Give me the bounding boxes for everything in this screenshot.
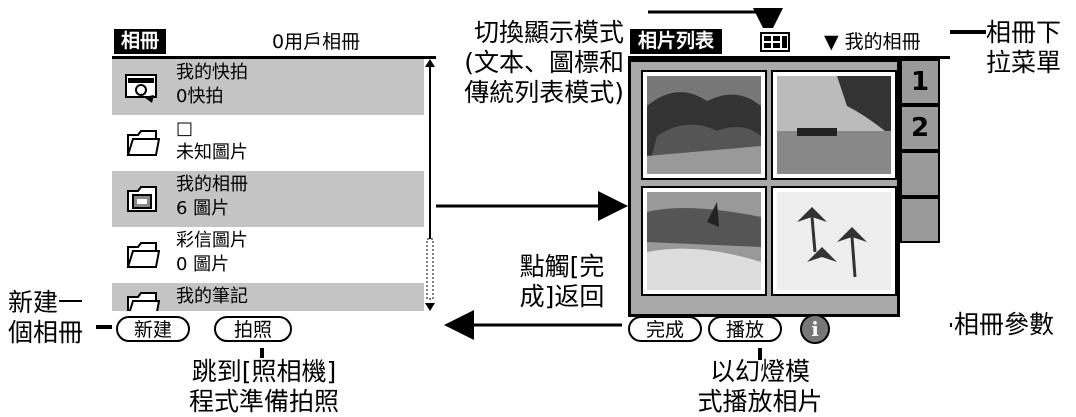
photo-folder-icon [127,186,157,212]
capture-button[interactable]: 拍照 [214,316,292,342]
callout-new-album: 新建一 個相冊 [8,288,83,348]
album-name: □ [176,118,194,139]
album-dropdown-label: 我的相冊 [844,31,921,53]
callout-line: 拉菜單 [986,48,1062,77]
callout-line: 新建一 [8,288,84,317]
scroll-down-arrow-icon [425,303,435,311]
info-icon[interactable]: i [800,314,830,344]
album-count: 0 圖片 [176,254,230,275]
photo-thumbnail[interactable] [641,70,767,180]
page-tab-3[interactable] [900,151,940,197]
callout-switch-mode: 切換顯示模式 (文本、圖標和 傳統列表模式) [444,18,624,108]
callout-line: 切換顯示模式 [473,18,624,47]
albums-header: 相冊 0用戶相冊 [112,28,436,59]
callout-done: 點觸[完 成]返回 [504,252,620,312]
photo-image [777,76,891,174]
callout-line: 跳到[照相機] [191,357,337,386]
album-count: 6 圖片 [176,198,230,219]
photo-image [647,76,761,174]
photo-thumbnail[interactable] [771,70,897,180]
album-count: 0快拍 [176,86,224,107]
photo-thumbnail[interactable] [771,186,897,296]
photo-list-title: 相片列表 [630,29,723,54]
thumbnail-grid [628,59,900,317]
grid-view-icon[interactable] [760,32,790,52]
album-name: 我的筆記 [176,286,248,307]
album-list-scrollbar[interactable] [424,59,436,311]
callout-slideshow: 以幻燈模 式播放相片 [660,357,860,417]
album-count: 未知圖片 [176,142,248,163]
album-item-notes[interactable]: 我的筆記 [112,283,424,311]
callout-params: 相冊參數 [954,310,1055,339]
album-item-my-album[interactable]: 我的相冊 6 圖片 [112,171,424,227]
play-button[interactable]: 播放 [708,316,782,342]
photo-list-header: 相片列表 ▼ 我的相冊 [628,28,950,59]
folder-icon [126,130,160,156]
scroll-up-arrow-icon [425,59,435,67]
callout-line: 相冊下 [986,18,1062,47]
page-tab-2[interactable]: 2 [900,105,940,151]
album-item-mms[interactable]: 彩信圖片 0 圖片 [112,227,424,283]
callout-line: (文本、圖標和 [464,48,624,77]
album-list: 我的快拍 0快拍 □ 未知圖片 我的相冊 6 圖片 彩信圖片 0 圖片 我的筆記 [112,59,424,311]
chevron-down-icon: ▼ [824,31,845,53]
callout-line: 個相冊 [8,318,84,347]
app-title: 相冊 [114,29,167,54]
album-name: 我的相冊 [176,174,248,195]
folder-icon [127,292,160,311]
callout-dropdown: 相冊下 拉菜單 [986,18,1068,78]
album-item-unknown[interactable]: □ 未知圖片 [112,115,424,171]
page-tab-4[interactable] [900,197,940,243]
album-name: 我的快拍 [176,62,248,83]
callout-line: 以幻燈模 [709,357,810,386]
callout-capture: 跳到[照相機] 程式準備拍照 [176,357,352,417]
page-tab-1[interactable]: 1 [900,59,940,105]
callout-line: 傳統列表模式) [464,78,624,107]
folder-icon [126,242,160,268]
callout-line: 點觸[完 [519,252,605,281]
album-count-label: 0用戶相冊 [272,31,361,53]
album-dropdown[interactable]: ▼ 我的相冊 [824,28,921,56]
photo-thumbnail[interactable] [641,186,767,296]
done-button[interactable]: 完成 [628,316,702,342]
photo-list-screen: 相片列表 ▼ 我的相冊 1 2 完成 播放 i [628,28,950,348]
album-item-quick-shots[interactable]: 我的快拍 0快拍 [112,59,424,115]
photo-image [647,192,761,290]
new-album-button[interactable]: 新建 [116,316,190,342]
albums-screen: 相冊 0用戶相冊 我的快拍 0快拍 □ 未知圖片 我的相冊 6 圖片 彩信圖片 … [112,28,436,348]
camera-folder-icon [125,74,157,103]
album-name: 彩信圖片 [176,230,248,251]
callout-line: 成]返回 [519,282,605,311]
photo-image [777,192,891,290]
